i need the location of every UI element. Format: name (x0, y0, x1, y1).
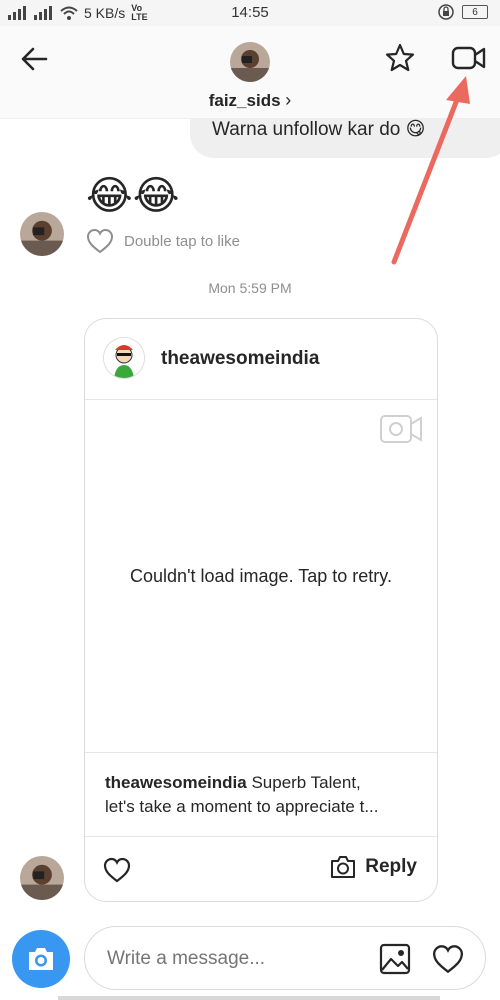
chat-username[interactable]: faiz_sids › (0, 90, 500, 111)
account-logo-image (104, 338, 144, 378)
heart-outline-icon[interactable] (86, 228, 114, 254)
caption-line-2: let's take a moment to appreciate t... (105, 797, 379, 816)
message-timestamp: Mon 5:59 PM (208, 280, 292, 296)
status-bar: 5 KB/s Vo LTE 14:55 6 (0, 0, 500, 26)
sender-avatar[interactable] (20, 212, 64, 256)
reply-button[interactable]: Reply (329, 855, 417, 879)
gallery-icon[interactable] (379, 943, 411, 975)
avatar-image (230, 42, 270, 82)
back-arrow-icon[interactable] (20, 46, 48, 72)
username-text: faiz_sids (208, 91, 281, 110)
video-camera-icon (380, 415, 422, 443)
heart-icon[interactable] (103, 857, 131, 883)
avatar-image (20, 212, 64, 256)
lock-rotation-icon (438, 4, 454, 20)
video-call-icon[interactable] (451, 44, 487, 72)
post-caption[interactable]: theawesomeindia Superb Talent, let's tak… (85, 753, 437, 837)
post-header[interactable]: theawesomeindia (85, 319, 437, 400)
avatar-image (20, 856, 64, 900)
caption-line-1: Superb Talent, (246, 773, 361, 792)
camera-icon (331, 856, 356, 878)
outgoing-message-text: Warna unfollow kar do 😋 (212, 119, 426, 140)
status-time: 14:55 (231, 4, 269, 21)
emoji-message[interactable]: 😂😂 (86, 176, 179, 216)
chevron-right-icon: › (285, 90, 292, 110)
post-actions: Reply (85, 837, 437, 901)
post-account-avatar[interactable] (103, 337, 145, 379)
star-icon[interactable] (384, 42, 416, 74)
message-input[interactable] (105, 941, 359, 977)
sender-avatar-2[interactable] (20, 856, 64, 900)
message-composer[interactable] (84, 926, 486, 990)
reply-label: Reply (365, 856, 417, 877)
header-avatar[interactable] (230, 42, 270, 82)
like-hint-row: Double tap to like (86, 228, 240, 254)
post-account-name[interactable]: theawesomeindia (161, 348, 319, 370)
camera-button[interactable] (12, 930, 70, 988)
shared-post-card[interactable]: theawesomeindia Couldn't load image. Tap… (84, 318, 438, 902)
battery-icon: 6 (462, 5, 488, 19)
like-hint-text: Double tap to like (124, 232, 240, 250)
status-right: 6 (438, 4, 488, 20)
heart-icon[interactable] (431, 944, 465, 974)
camera-icon (29, 948, 53, 970)
home-indicator (58, 996, 440, 1000)
image-error-text[interactable]: Couldn't load image. Tap to retry. (85, 566, 437, 587)
chat-header: faiz_sids › (0, 26, 500, 119)
caption-account: theawesomeindia (105, 773, 247, 792)
post-media[interactable]: Couldn't load image. Tap to retry. (85, 400, 437, 753)
